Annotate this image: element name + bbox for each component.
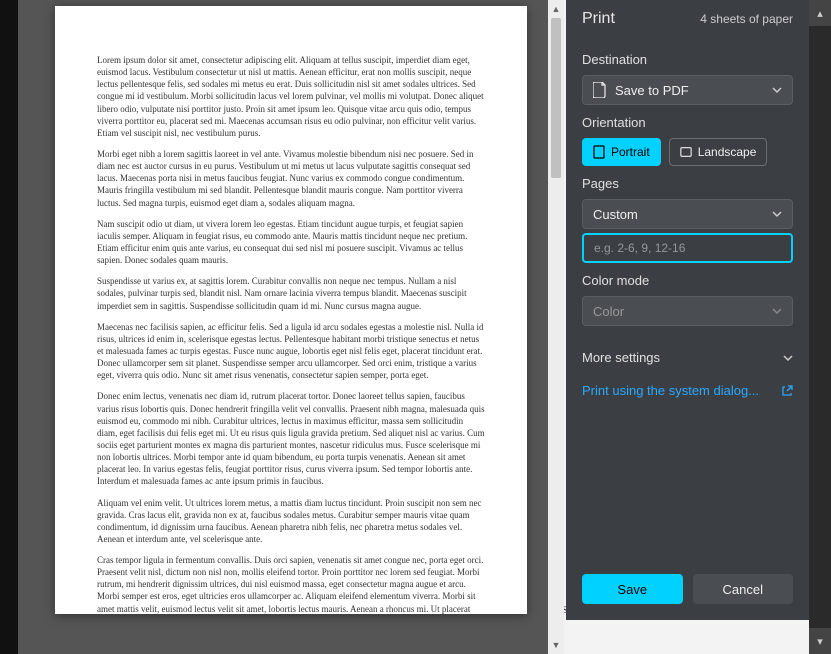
landscape-icon	[680, 145, 692, 159]
pages-value: Custom	[593, 207, 638, 222]
preview-paragraph: Aliquam vel enim velit. Ut ultrices lore…	[97, 497, 485, 546]
pages-dropdown[interactable]: Custom	[582, 199, 793, 229]
save-button[interactable]: Save	[582, 574, 683, 604]
preview-paragraph: Donec enim lectus, venenatis nec diam id…	[97, 390, 485, 487]
preview-paragraph: Morbi eget nibh a lorem sagittis laoreet…	[97, 148, 485, 209]
system-dialog-label: Print using the system dialog...	[582, 383, 759, 398]
preview-page-1: Lorem ipsum dolor sit amet, consectetur …	[55, 6, 527, 614]
gutter-up-icon[interactable]: ▴	[809, 0, 831, 26]
orientation-toggle: Portrait Landscape	[582, 138, 793, 166]
panel-header: Print 4 sheets of paper	[566, 0, 809, 42]
portrait-icon	[593, 145, 605, 159]
external-link-icon	[781, 385, 793, 397]
panel-title: Print	[582, 10, 615, 28]
print-preview-area: Lorem ipsum dolor sit amet, consectetur …	[18, 0, 564, 654]
scroll-down-icon[interactable]: ▼	[550, 638, 562, 652]
landscape-button[interactable]: Landscape	[669, 138, 768, 166]
color-mode-dropdown[interactable]: Color	[582, 296, 793, 326]
cancel-button[interactable]: Cancel	[693, 574, 794, 604]
pages-label: Pages	[582, 176, 793, 191]
color-mode-value: Color	[593, 304, 624, 319]
print-dialog-panel: Print 4 sheets of paper Destination Save…	[566, 0, 809, 620]
preview-scrollbar[interactable]: ▲ ▼	[548, 0, 564, 654]
destination-label: Destination	[582, 52, 793, 67]
panel-body: Destination Save to PDF Orientation Port…	[566, 42, 809, 560]
preview-paragraph: Suspendisse ut varius ex, at sagittis lo…	[97, 275, 485, 311]
scrollbar-thumb[interactable]	[551, 18, 561, 178]
preview-paragraph: Cras tempor ligula in fermentum convalli…	[97, 554, 485, 614]
sheet-count: 4 sheets of paper	[700, 12, 793, 26]
pdf-file-icon	[593, 82, 607, 98]
landscape-label: Landscape	[698, 145, 757, 159]
portrait-button[interactable]: Portrait	[582, 138, 661, 166]
color-mode-label: Color mode	[582, 273, 793, 288]
portrait-label: Portrait	[611, 145, 650, 159]
app-left-gutter	[0, 0, 18, 654]
chevron-down-icon	[783, 353, 793, 363]
destination-dropdown[interactable]: Save to PDF	[582, 75, 793, 105]
preview-paragraph: Nam suscipit odio ut diam, ut vivera lor…	[97, 218, 485, 267]
pages-range-input[interactable]	[582, 233, 793, 263]
gutter-down-icon[interactable]: ▾	[809, 628, 831, 654]
orientation-label: Orientation	[582, 115, 793, 130]
system-dialog-link[interactable]: Print using the system dialog...	[582, 383, 793, 398]
more-settings-label: More settings	[582, 350, 660, 365]
chevron-down-icon	[772, 209, 782, 219]
chevron-down-icon	[772, 85, 782, 95]
chevron-down-icon	[772, 306, 782, 316]
more-settings-toggle[interactable]: More settings	[582, 350, 793, 365]
panel-footer: Save Cancel	[566, 560, 809, 620]
app-right-gutter: ▴ ▾	[809, 0, 831, 654]
scroll-up-icon[interactable]: ▲	[550, 2, 562, 16]
preview-paragraph: Lorem ipsum dolor sit amet, consectetur …	[97, 54, 485, 139]
destination-value: Save to PDF	[615, 83, 689, 98]
preview-paragraph: Maecenas nec facilisis sapien, ac effici…	[97, 321, 485, 382]
